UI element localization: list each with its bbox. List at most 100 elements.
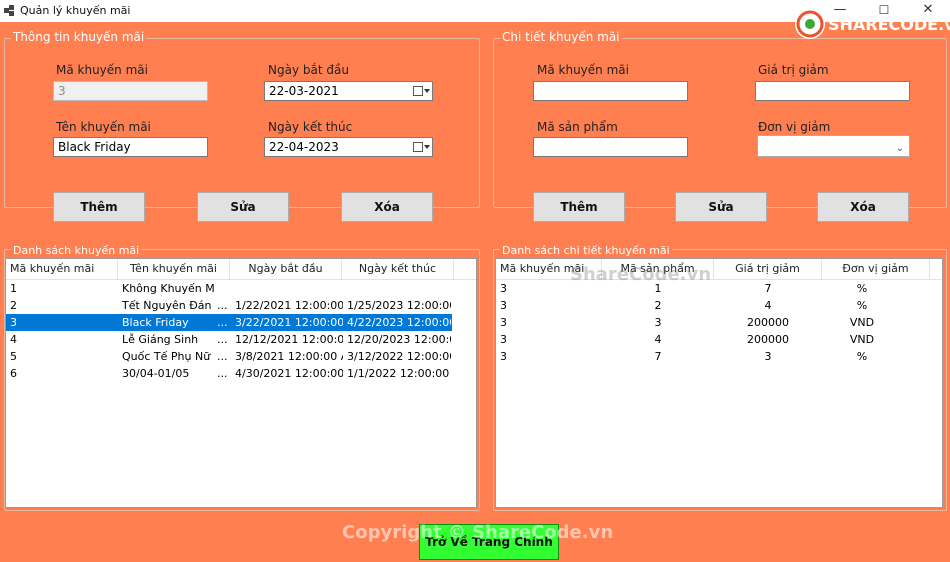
end-date-value: 22-04-2023 bbox=[269, 140, 339, 154]
table-cell: 3 bbox=[500, 282, 507, 295]
detail-list-grid[interactable]: Mã khuyến mãi Mã sản phẩm Giá trị giảm Đ… bbox=[495, 258, 943, 508]
detail-promo-id-label: Mã khuyến mãi bbox=[537, 63, 629, 77]
recycle-logo-icon bbox=[795, 9, 825, 39]
promo-name-field[interactable]: Black Friday bbox=[53, 137, 208, 157]
calendar-dropdown-icon[interactable] bbox=[413, 85, 430, 97]
column-header[interactable]: Đơn vị giảm bbox=[822, 259, 930, 279]
promo-id-label: Mã khuyến mãi bbox=[56, 63, 148, 77]
promo-delete-button[interactable]: Xóa bbox=[341, 192, 433, 222]
table-cell: 3 bbox=[764, 350, 772, 363]
table-cell: Không Khuyến Mãi bbox=[122, 282, 214, 295]
column-header[interactable]: Ngày kết thúc bbox=[342, 259, 454, 279]
column-header[interactable]: Mã khuyến mãi bbox=[6, 259, 118, 279]
detail-list-header: Mã khuyến mãi Mã sản phẩm Giá trị giảm Đ… bbox=[496, 259, 942, 280]
start-date-value: 22-03-2021 bbox=[269, 84, 339, 98]
table-cell: 1 bbox=[654, 282, 662, 295]
table-cell: Tết Nguyên Đán bbox=[122, 299, 212, 312]
table-cell: 4 bbox=[764, 299, 772, 312]
table-row-selected[interactable]: 3 Black Friday ... 3/22/2021 12:00:00 ..… bbox=[6, 314, 452, 331]
table-cell: 12/12/2021 12:00:00... bbox=[235, 333, 343, 346]
promo-list-grid[interactable]: Mã khuyến mãi Tên khuyến mãi Ngày bắt đầ… bbox=[5, 258, 477, 508]
table-cell: 3/8/2021 12:00:00 AM bbox=[235, 350, 343, 363]
chevron-down-icon[interactable]: ⌄ bbox=[896, 140, 904, 158]
table-cell: 7 bbox=[764, 282, 772, 295]
detail-info-group-title: Chi tiết khuyến mãi bbox=[500, 30, 622, 44]
column-header[interactable]: Tên khuyến mãi bbox=[118, 259, 230, 279]
table-cell: 3 bbox=[500, 299, 507, 312]
table-row[interactable]: 4 Lễ Giáng Sinh ... 12/12/2021 12:00:00.… bbox=[6, 331, 452, 348]
table-cell: Lễ Giáng Sinh bbox=[122, 333, 199, 346]
promo-edit-button[interactable]: Sửa bbox=[197, 192, 289, 222]
table-cell: 2 bbox=[654, 299, 662, 312]
table-cell: % bbox=[856, 350, 868, 363]
column-header[interactable]: Ngày bắt đầu bbox=[230, 259, 342, 279]
detail-edit-button[interactable]: Sửa bbox=[675, 192, 767, 222]
detail-list-group-title: Danh sách chi tiết khuyến mãi bbox=[500, 244, 672, 257]
discount-unit-combo[interactable]: ⌄ bbox=[757, 135, 910, 157]
table-cell: 3 bbox=[500, 333, 507, 346]
promo-add-button[interactable]: Thêm bbox=[53, 192, 145, 222]
table-row[interactable]: 6 30/04-01/05 ... 4/30/2021 12:00:00 AM … bbox=[6, 365, 452, 382]
discount-value-label: Giá trị giảm bbox=[758, 63, 829, 77]
table-row[interactable]: 3 7 3 % bbox=[496, 348, 930, 365]
table-cell: 6 bbox=[10, 367, 17, 380]
table-cell: 200000 bbox=[747, 316, 789, 329]
ellipsis: ... bbox=[217, 333, 228, 346]
table-cell: 3 bbox=[10, 316, 17, 329]
sharecode-logo: SHARECODE.vn bbox=[792, 4, 950, 44]
table-cell: 7 bbox=[654, 350, 662, 363]
discount-value-field[interactable] bbox=[755, 81, 910, 101]
table-cell: 1/22/2021 12:00:00 ... bbox=[235, 299, 343, 312]
table-row[interactable]: 5 Quốc Tế Phụ Nữ ... 3/8/2021 12:00:00 A… bbox=[6, 348, 452, 365]
window-title: Quản lý khuyến mãi bbox=[20, 4, 131, 17]
table-row[interactable]: 3 1 7 % bbox=[496, 280, 930, 297]
table-row[interactable]: 2 Tết Nguyên Đán ... 1/22/2021 12:00:00 … bbox=[6, 297, 452, 314]
table-cell: 1/1/2022 12:00:00 AM bbox=[347, 367, 451, 380]
table-cell: 1/25/2023 12:00:00 ... bbox=[347, 299, 451, 312]
product-id-field[interactable] bbox=[533, 137, 688, 157]
table-cell: 4/30/2021 12:00:00 AM bbox=[235, 367, 343, 380]
table-cell: VND bbox=[849, 316, 875, 329]
column-header[interactable]: Giá trị giảm bbox=[714, 259, 822, 279]
table-cell: 4/22/2023 12:00:00 ... bbox=[347, 316, 451, 329]
table-cell: 3/22/2021 12:00:00 ... bbox=[235, 316, 343, 329]
table-cell: 1 bbox=[10, 282, 17, 295]
table-row[interactable]: 3 3 200000 VND bbox=[496, 314, 930, 331]
calendar-dropdown-icon[interactable] bbox=[413, 141, 430, 153]
promo-id-field[interactable]: 3 bbox=[53, 81, 208, 101]
table-cell: Quốc Tế Phụ Nữ bbox=[122, 350, 211, 363]
start-date-label: Ngày bắt đầu bbox=[268, 63, 349, 77]
column-header[interactable]: Mã khuyến mãi bbox=[496, 259, 602, 279]
column-header[interactable]: Mã sản phẩm bbox=[602, 259, 714, 279]
ellipsis: ... bbox=[217, 299, 228, 312]
end-date-picker[interactable]: 22-04-2023 bbox=[264, 137, 433, 157]
ellipsis: ... bbox=[217, 316, 228, 329]
detail-promo-id-field[interactable] bbox=[533, 81, 688, 101]
table-cell: 12/20/2023 12:00:00... bbox=[347, 333, 451, 346]
back-to-home-button[interactable]: Trở Về Trang Chính bbox=[419, 524, 559, 560]
promo-name-label: Tên khuyến mãi bbox=[56, 120, 151, 134]
table-row[interactable]: 3 4 200000 VND bbox=[496, 331, 930, 348]
promo-list-group-title: Danh sách khuyến mãi bbox=[11, 244, 142, 257]
table-cell: VND bbox=[849, 333, 875, 346]
ellipsis: ... bbox=[217, 367, 228, 380]
promo-list-header: Mã khuyến mãi Tên khuyến mãi Ngày bắt đầ… bbox=[6, 259, 476, 280]
app-icon bbox=[4, 5, 15, 16]
table-cell: 30/04-01/05 bbox=[122, 367, 190, 380]
promo-info-group-title: Thông tin khuyến mãi bbox=[11, 30, 147, 44]
table-cell: Black Friday bbox=[122, 316, 189, 329]
discount-unit-label: Đơn vị giảm bbox=[758, 120, 831, 134]
table-row[interactable]: 1 Không Khuyến Mãi bbox=[6, 280, 452, 297]
start-date-picker[interactable]: 22-03-2021 bbox=[264, 81, 433, 101]
table-cell: 4 bbox=[10, 333, 17, 346]
table-cell: 3 bbox=[500, 350, 507, 363]
detail-delete-button[interactable]: Xóa bbox=[817, 192, 909, 222]
table-cell: 3/12/2022 12:00:00 AM bbox=[347, 350, 451, 363]
ellipsis: ... bbox=[217, 350, 228, 363]
detail-add-button[interactable]: Thêm bbox=[533, 192, 625, 222]
table-row[interactable]: 3 2 4 % bbox=[496, 297, 930, 314]
table-cell: 4 bbox=[654, 333, 662, 346]
table-cell: 2 bbox=[10, 299, 17, 312]
table-cell: 3 bbox=[654, 316, 662, 329]
end-date-label: Ngày kết thúc bbox=[268, 120, 353, 134]
